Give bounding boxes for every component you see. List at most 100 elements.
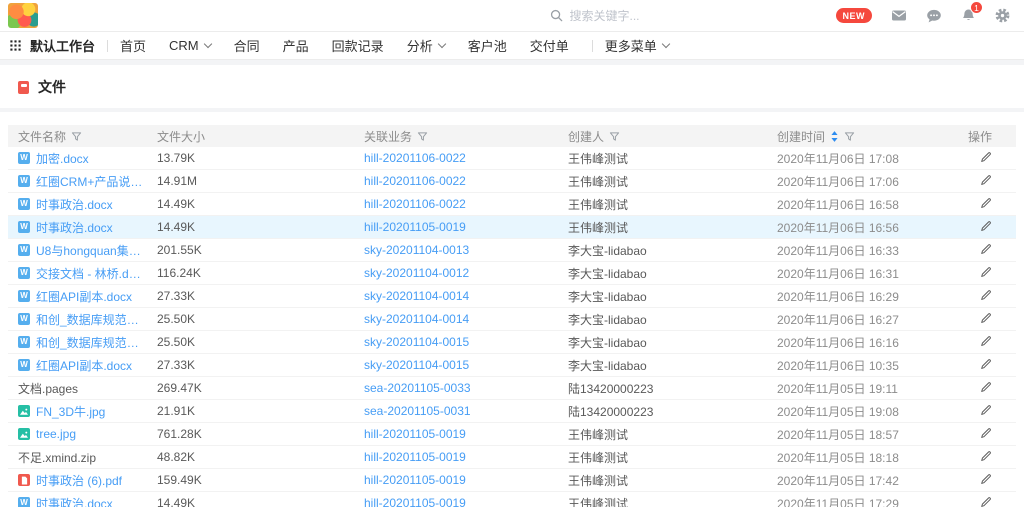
bell-icon[interactable]: 1 <box>961 8 976 23</box>
filter-icon[interactable] <box>71 131 82 142</box>
related-business-link[interactable]: sky-20201104-0012 <box>364 266 568 280</box>
table-row[interactable]: FN_3D牛.jpg21.91Ksea-20201105-0031陆134200… <box>8 400 1016 423</box>
chat-icon[interactable] <box>926 9 942 23</box>
word-file-icon: W <box>18 290 30 302</box>
related-business-link[interactable]: hill-20201105-0019 <box>364 427 568 441</box>
edit-icon[interactable] <box>980 427 992 439</box>
file-name-link[interactable]: 红圈API副本.docx <box>36 357 132 374</box>
edit-icon[interactable] <box>980 496 992 507</box>
table-row[interactable]: W时事政治.docx14.49Khill-20201106-0022王伟峰测试2… <box>8 193 1016 216</box>
file-name-link[interactable]: tree.jpg <box>36 427 76 441</box>
nav-item-首页[interactable]: 首页 <box>120 36 146 55</box>
chevron-down-icon <box>662 40 670 48</box>
nav-item-客户池[interactable]: 客户池 <box>468 36 507 55</box>
file-name-link[interactable]: 交接文档 - 林桥.docx <box>36 265 145 282</box>
column-header-creator[interactable]: 创建人 <box>568 128 777 145</box>
table-row[interactable]: WU8与hongquan集成方案.docx201.55Ksky-20201104… <box>8 239 1016 262</box>
related-business-link[interactable]: sky-20201104-0014 <box>364 312 568 326</box>
app-logo[interactable] <box>8 3 38 28</box>
workspace-title[interactable]: 默认工作台 <box>30 36 95 55</box>
search-input[interactable] <box>570 9 700 23</box>
nav-item-产品[interactable]: 产品 <box>283 36 309 55</box>
create-time: 2020年11月06日 10:35 <box>777 357 963 374</box>
related-business-link[interactable]: sea-20201105-0033 <box>364 381 568 395</box>
edit-icon[interactable] <box>980 289 992 301</box>
nav-item-label: 交付单 <box>530 36 569 55</box>
file-name-link[interactable]: 时事政治 (6).pdf <box>36 472 122 489</box>
nav-item-more-menu[interactable]: 更多菜单 <box>605 36 669 55</box>
table-row[interactable]: W红圈CRM+产品说明201901_前端...14.91Mhill-202011… <box>8 170 1016 193</box>
column-header-related-business[interactable]: 关联业务 <box>364 128 568 145</box>
related-business-link[interactable]: hill-20201105-0019 <box>364 450 568 464</box>
nav-item-CRM[interactable]: CRM <box>169 38 211 53</box>
file-name-link[interactable]: FN_3D牛.jpg <box>36 403 105 420</box>
table-row[interactable]: W时事政治.docx14.49Khill-20201105-0019王伟峰测试2… <box>8 492 1016 507</box>
table-row[interactable]: 时事政治 (6).pdf159.49Khill-20201105-0019王伟峰… <box>8 469 1016 492</box>
table-row[interactable]: W红圈API副本.docx27.33Ksky-20201104-0014李大宝-… <box>8 285 1016 308</box>
related-business-link[interactable]: sky-20201104-0015 <box>364 335 568 349</box>
table-row[interactable]: W和创_数据库规范_20171124.doc25.50Ksky-20201104… <box>8 308 1016 331</box>
column-header-file-name[interactable]: 文件名称 <box>18 128 157 145</box>
nav-item-分析[interactable]: 分析 <box>407 36 445 55</box>
file-name-link[interactable]: 和创_数据库规范_20171124.doc <box>36 311 145 328</box>
file-name-link[interactable]: 加密.docx <box>36 150 89 167</box>
table-row[interactable]: W和创_数据库规范_20171124.doc25.50Ksky-20201104… <box>8 331 1016 354</box>
filter-icon[interactable] <box>609 131 620 142</box>
global-search[interactable] <box>550 9 718 23</box>
creator: 王伟峰测试 <box>568 495 777 507</box>
related-business-link[interactable]: hill-20201105-0019 <box>364 496 568 507</box>
edit-icon[interactable] <box>980 266 992 278</box>
apps-grid-icon[interactable] <box>10 40 21 51</box>
related-business-link[interactable]: sea-20201105-0031 <box>364 404 568 418</box>
related-business-link[interactable]: sky-20201104-0015 <box>364 358 568 372</box>
create-time: 2020年11月06日 16:33 <box>777 242 963 259</box>
edit-icon[interactable] <box>980 243 992 255</box>
nav-item-回款记录[interactable]: 回款记录 <box>332 36 384 55</box>
edit-icon[interactable] <box>980 174 992 186</box>
edit-icon[interactable] <box>980 151 992 163</box>
related-business-link[interactable]: hill-20201105-0019 <box>364 220 568 234</box>
edit-icon[interactable] <box>980 335 992 347</box>
filter-icon[interactable] <box>417 131 428 142</box>
edit-icon[interactable] <box>980 197 992 209</box>
new-badge[interactable]: NEW <box>836 8 873 23</box>
column-header-create-time[interactable]: 创建时间 <box>777 128 963 145</box>
nav-item-合同[interactable]: 合同 <box>234 36 260 55</box>
create-time: 2020年11月05日 19:08 <box>777 403 963 420</box>
sort-icon[interactable] <box>830 130 839 143</box>
related-business-link[interactable]: hill-20201106-0022 <box>364 174 568 188</box>
table-row[interactable]: 不足.xmind.zip48.82Khill-20201105-0019王伟峰测… <box>8 446 1016 469</box>
file-name-link[interactable]: 时事政治.docx <box>36 219 113 236</box>
related-business-link[interactable]: hill-20201106-0022 <box>364 197 568 211</box>
edit-icon[interactable] <box>980 450 992 462</box>
mail-icon[interactable] <box>891 9 907 22</box>
edit-icon[interactable] <box>980 220 992 232</box>
table-row[interactable]: tree.jpg761.28Khill-20201105-0019王伟峰测试20… <box>8 423 1016 446</box>
related-business-link[interactable]: hill-20201105-0019 <box>364 473 568 487</box>
table-row[interactable]: W加密.docx13.79Khill-20201106-0022王伟峰测试202… <box>8 147 1016 170</box>
file-name-link[interactable]: U8与hongquan集成方案.docx <box>36 242 145 259</box>
table-row[interactable]: 文档.pages269.47Ksea-20201105-0033陆1342000… <box>8 377 1016 400</box>
related-business-link[interactable]: sky-20201104-0013 <box>364 243 568 257</box>
edit-icon[interactable] <box>980 381 992 393</box>
file-name: 文档.pages <box>18 380 78 397</box>
file-name-link[interactable]: 和创_数据库规范_20171124.doc <box>36 334 145 351</box>
related-business-link[interactable]: sky-20201104-0014 <box>364 289 568 303</box>
file-name-link[interactable]: 红圈CRM+产品说明201901_前端... <box>36 173 145 190</box>
edit-icon[interactable] <box>980 358 992 370</box>
file-name-link[interactable]: 红圈API副本.docx <box>36 288 132 305</box>
edit-icon[interactable] <box>980 312 992 324</box>
nav-item-交付单[interactable]: 交付单 <box>530 36 569 55</box>
related-business-link[interactable]: hill-20201106-0022 <box>364 151 568 165</box>
file-name-link[interactable]: 时事政治.docx <box>36 196 113 213</box>
file-size: 269.47K <box>157 381 364 395</box>
table-row[interactable]: W交接文档 - 林桥.docx116.24Ksky-20201104-0012李… <box>8 262 1016 285</box>
table-row[interactable]: W时事政治.docx14.49Khill-20201105-0019王伟峰测试2… <box>8 216 1016 239</box>
edit-icon[interactable] <box>980 404 992 416</box>
edit-icon[interactable] <box>980 473 992 485</box>
table-row[interactable]: W红圈API副本.docx27.33Ksky-20201104-0015李大宝-… <box>8 354 1016 377</box>
filter-icon[interactable] <box>844 131 855 142</box>
column-label: 操作 <box>968 128 992 145</box>
file-name-link[interactable]: 时事政治.docx <box>36 495 113 507</box>
gear-icon[interactable] <box>995 8 1010 23</box>
